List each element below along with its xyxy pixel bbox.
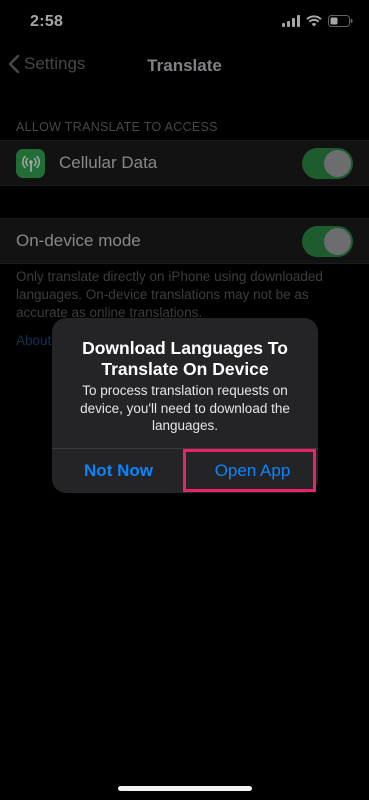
- not-now-button[interactable]: Not Now: [52, 449, 185, 493]
- alert-title: Download Languages To Translate On Devic…: [82, 338, 288, 379]
- download-languages-alert: Download Languages To Translate On Devic…: [52, 318, 318, 493]
- open-app-button[interactable]: Open App: [186, 449, 318, 493]
- home-indicator[interactable]: [118, 786, 252, 791]
- alert-message: To process translation requests on devic…: [80, 383, 290, 433]
